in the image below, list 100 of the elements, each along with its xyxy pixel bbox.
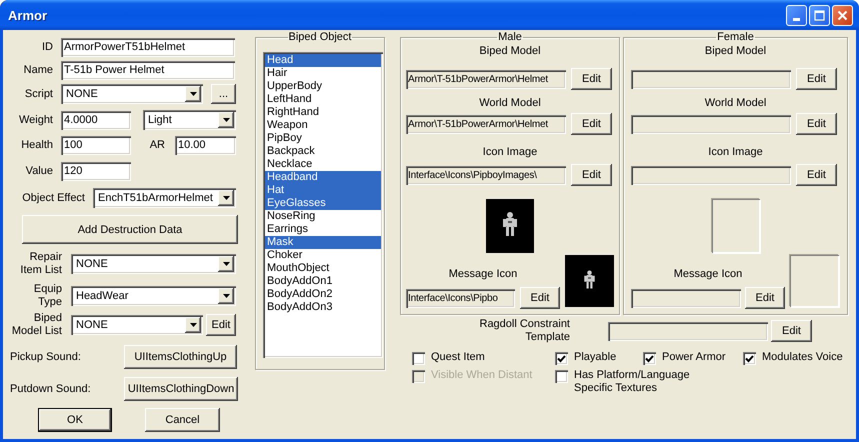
edit-button[interactable]: Edit [745, 287, 785, 309]
dropdown[interactable]: NONE [71, 254, 236, 274]
field-label: Icon Image [482, 146, 538, 159]
list-item[interactable]: Weapon [265, 119, 381, 132]
dropdown[interactable]: NONE [61, 84, 203, 104]
text-field[interactable]: 120 [61, 162, 131, 181]
text-field[interactable] [631, 70, 791, 88]
sound-button[interactable]: UIItemsClothingDown [124, 377, 238, 401]
field-label: AR [148, 139, 165, 152]
list-item[interactable]: Earrings [265, 223, 381, 236]
group-title: Biped Object [288, 30, 352, 44]
maximize-icon [814, 10, 825, 20]
list-item[interactable]: Headband [265, 171, 381, 184]
edit-button[interactable]: Edit [571, 113, 612, 135]
close-icon [837, 10, 848, 20]
checkbox-label[interactable]: Has Platform/Language Specific Textures [574, 369, 690, 395]
field-label: Value [24, 165, 53, 178]
text-field[interactable] [631, 166, 791, 184]
list-item[interactable]: Hair [265, 67, 381, 80]
checkbox[interactable] [555, 352, 568, 365]
list-item[interactable]: EyeGlasses [265, 197, 381, 210]
field-label: Weight [18, 114, 53, 126]
checkbox[interactable] [555, 370, 568, 383]
field-label: World Model [704, 97, 768, 110]
add-destruction-button[interactable]: Add Destruction Data [22, 215, 238, 244]
list-item[interactable]: Necklace [265, 158, 381, 171]
list-item[interactable]: Backpack [265, 145, 381, 158]
checkbox[interactable] [643, 352, 656, 365]
caret-icon [222, 262, 230, 266]
browse-button[interactable]: ... [211, 84, 236, 104]
text-field[interactable] [631, 114, 791, 134]
list-item[interactable]: Head [265, 54, 381, 67]
edit-button[interactable]: Edit [571, 68, 612, 90]
image-frame [712, 199, 760, 253]
field-label: Message Icon [672, 268, 744, 281]
checkbox[interactable] [743, 352, 756, 365]
caret-icon [190, 323, 196, 327]
checkbox-label[interactable]: Quest Item [431, 351, 485, 364]
field-label: Health [20, 139, 53, 152]
caret-icon [222, 118, 230, 122]
field-label: Object Effect [21, 192, 85, 204]
list-item[interactable]: LeftHand [265, 93, 381, 106]
dropdown[interactable]: EnchT51bArmorHelmet [93, 188, 236, 208]
edit-button[interactable]: Edit [520, 287, 560, 309]
checkbox-label[interactable]: Modulates Voice [762, 351, 843, 364]
text-field[interactable]: 10.00 [175, 136, 236, 155]
check-icon [557, 354, 566, 362]
cancel-button[interactable]: Cancel [145, 408, 220, 432]
list-item[interactable]: BodyAddOn2 [265, 288, 381, 301]
field-label: Icon Image [707, 146, 764, 159]
text-field[interactable] [608, 322, 768, 340]
edit-button[interactable]: Edit [771, 320, 812, 342]
checkbox[interactable] [412, 352, 425, 365]
text-field[interactable]: Armor\T-51bPowerArmor\Helmet [406, 114, 566, 134]
list-item[interactable]: Choker [265, 249, 381, 262]
list-item[interactable]: PipBoy [265, 132, 381, 145]
maximize-button[interactable] [809, 4, 830, 26]
text-field[interactable]: Interface\Icons\PipboyImages\ [406, 166, 566, 184]
text-field[interactable]: Armor\T-51bPowerArmor\Helmet [406, 70, 566, 88]
text-field[interactable]: 100 [61, 136, 131, 155]
list-item[interactable]: Mask [265, 236, 381, 249]
field-label: Pickup Sound: [10, 350, 82, 364]
dropdown[interactable]: HeadWear [71, 286, 236, 306]
checkbox-label[interactable]: Playable [574, 351, 616, 364]
edit-button[interactable]: Edit [206, 314, 236, 336]
field-label: Biped Model [478, 45, 542, 58]
list-item[interactable]: BodyAddOn1 [265, 275, 381, 288]
text-field[interactable] [631, 288, 741, 308]
dropdown[interactable]: NONE [71, 315, 203, 335]
text-field[interactable]: Interface\Icons\Pipbo [406, 288, 515, 308]
field-label: Message Icon [448, 268, 518, 281]
list-item[interactable]: UpperBody [265, 80, 381, 93]
list-item[interactable]: BodyAddOn3 [265, 301, 381, 314]
check-icon [645, 354, 654, 362]
caret-icon [222, 294, 230, 298]
ok-button[interactable]: OK [38, 408, 112, 432]
list-item[interactable]: MouthObject [265, 262, 381, 275]
close-button[interactable] [832, 4, 853, 26]
field-label: Ragdoll Constraint Template [478, 318, 570, 344]
window-title: Armor [8, 8, 48, 22]
edit-button[interactable]: Edit [796, 164, 837, 186]
minimize-button[interactable] [786, 4, 807, 26]
group-title: Female [716, 30, 755, 44]
dropdown[interactable]: Light [143, 110, 236, 130]
text-field[interactable]: T-51b Power Helmet [61, 61, 235, 80]
checkbox-label[interactable]: Power Armor [662, 351, 726, 364]
field-label: Script [24, 88, 53, 100]
field-label: Repair Item List [19, 251, 62, 277]
sound-button[interactable]: UIItemsClothingUp [124, 345, 237, 369]
edit-button[interactable]: Edit [796, 113, 837, 135]
edit-button[interactable]: Edit [571, 164, 612, 186]
field-label: Putdown Sound: [10, 382, 92, 396]
list-item[interactable]: Hat [265, 184, 381, 197]
list-item[interactable]: NoseRing [265, 210, 381, 223]
text-field[interactable]: ArmorPowerT51bHelmet [61, 38, 235, 57]
edit-button[interactable]: Edit [796, 68, 837, 90]
list-item[interactable]: RightHand [265, 106, 381, 119]
text-field[interactable]: 4.0000 [61, 110, 131, 130]
group-title: Male [497, 30, 523, 44]
minimize-icon [793, 18, 800, 20]
